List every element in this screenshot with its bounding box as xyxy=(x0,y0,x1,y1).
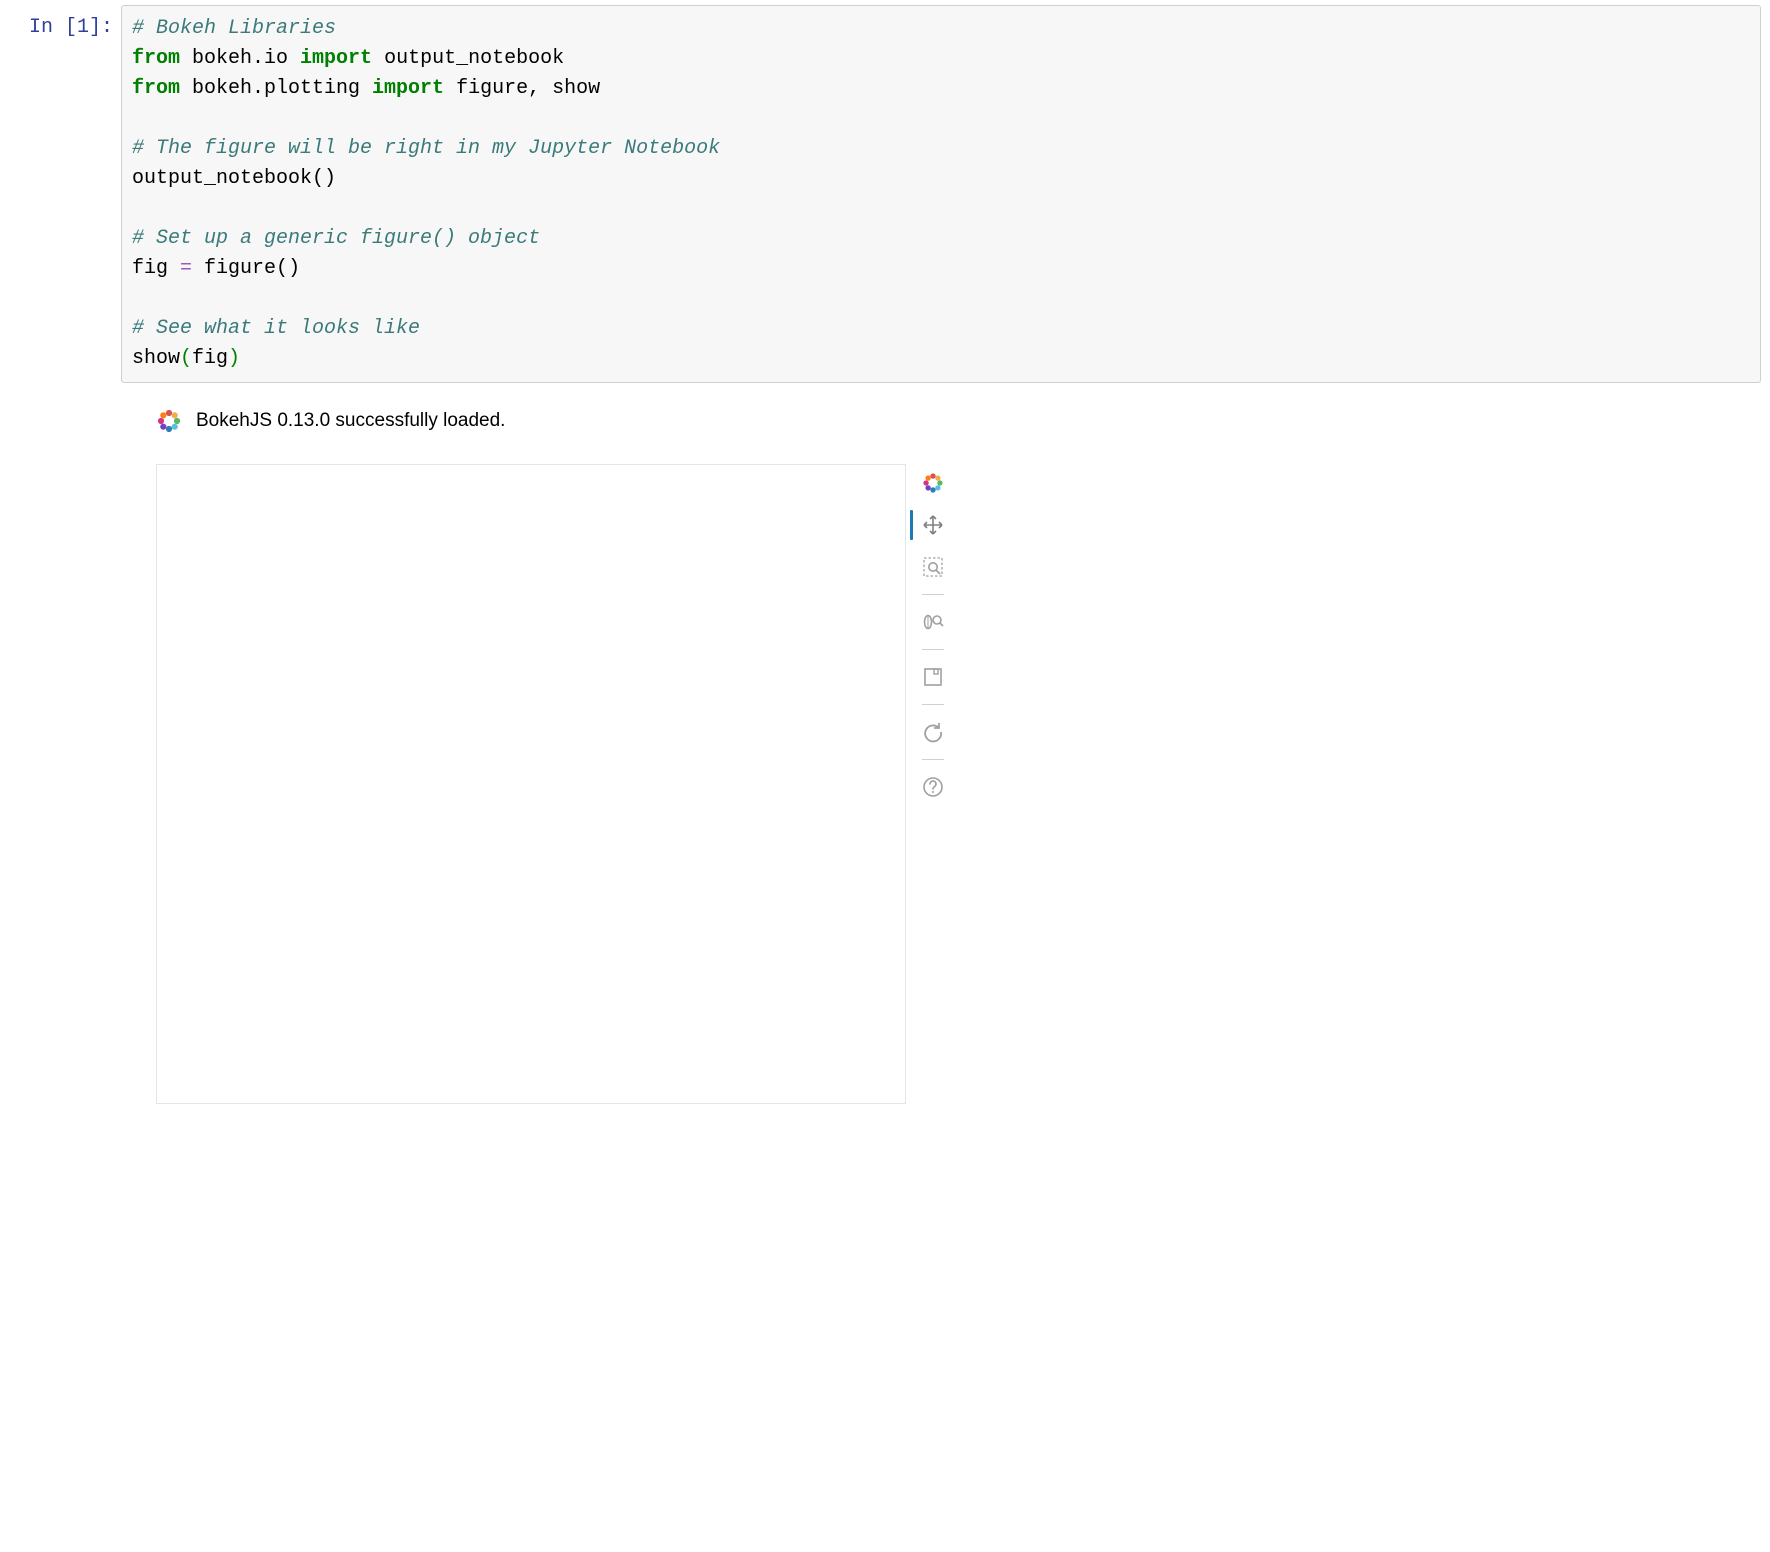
toolbar-separator xyxy=(922,649,944,650)
code-keyword: from xyxy=(132,47,180,70)
toolbar-separator xyxy=(922,704,944,705)
notebook-container: In [1]: # Bokeh Libraries from bokeh.io … xyxy=(0,0,1770,1116)
code-paren: ( xyxy=(180,347,192,370)
code-paren: ) xyxy=(288,257,300,280)
bokeh-toolbar xyxy=(916,464,950,812)
code-text: figure, show xyxy=(444,77,600,100)
reset-tool-button[interactable] xyxy=(916,715,950,749)
box-zoom-tool-button[interactable] xyxy=(916,550,950,584)
save-tool-button[interactable] xyxy=(916,660,950,694)
code-text: output_notebook xyxy=(372,47,564,70)
pan-tool-button[interactable] xyxy=(916,508,950,542)
wheel-zoom-tool-button[interactable] xyxy=(916,605,950,639)
code-keyword: from xyxy=(132,77,180,100)
code-text: bokeh.plotting xyxy=(180,77,372,100)
bokeh-load-message: BokehJS 0.13.0 successfully loaded. xyxy=(196,410,505,432)
help-tool-button[interactable] xyxy=(916,770,950,804)
bokeh-figure-wrap xyxy=(156,464,1760,1104)
code-comment: # The figure will be right in my Jupyter… xyxy=(132,137,720,160)
code-input[interactable]: # Bokeh Libraries from bokeh.io import o… xyxy=(121,5,1761,383)
code-comment: # Bokeh Libraries xyxy=(132,17,336,40)
code-text: output_notebook xyxy=(132,167,312,190)
bokeh-logo-button[interactable] xyxy=(916,466,950,500)
code-op: = xyxy=(180,257,192,280)
code-comment: # Set up a generic figure() object xyxy=(132,227,540,250)
bokeh-plot-canvas[interactable] xyxy=(156,464,906,1104)
code-text: fig xyxy=(192,347,228,370)
code-text: bokeh.io xyxy=(180,47,300,70)
output-area: BokehJS 0.13.0 successfully loaded. xyxy=(116,390,1770,1112)
code-keyword: import xyxy=(372,77,444,100)
code-comment: # See what it looks like xyxy=(132,317,420,340)
code-paren: ) xyxy=(228,347,240,370)
code-text: figure xyxy=(192,257,276,280)
code-text: show xyxy=(132,347,180,370)
code-paren: ( xyxy=(312,167,324,190)
output-cell: . xyxy=(0,390,1770,1112)
code-cell: In [1]: # Bokeh Libraries from bokeh.io … xyxy=(0,4,1770,384)
toolbar-separator xyxy=(922,759,944,760)
toolbar-separator xyxy=(922,594,944,595)
bokeh-load-status: BokehJS 0.13.0 successfully loaded. xyxy=(156,408,1760,434)
code-paren: ( xyxy=(276,257,288,280)
input-prompt: In [1]: xyxy=(5,5,121,43)
code-text: fig xyxy=(132,257,180,280)
code-keyword: import xyxy=(300,47,372,70)
code-paren: ) xyxy=(324,167,336,190)
bokeh-logo-icon xyxy=(156,408,182,434)
